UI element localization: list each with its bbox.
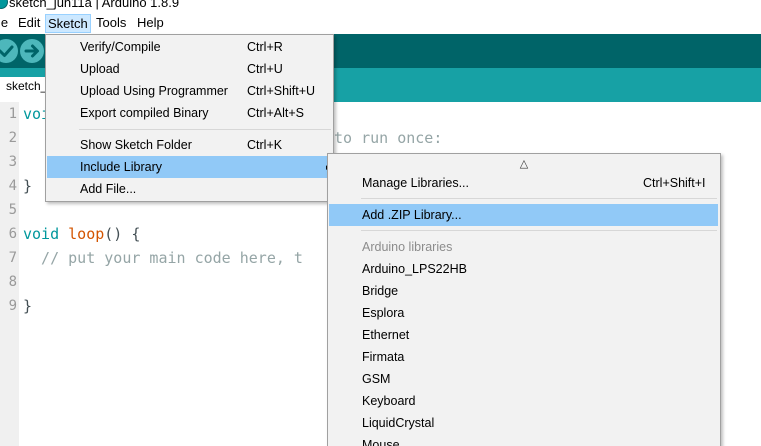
check-icon [0, 45, 14, 57]
library-item[interactable]: Bridge [329, 280, 718, 302]
library-label: Firmata [362, 350, 405, 364]
line-number: 9 [8, 298, 17, 314]
scroll-up-icon[interactable]: △ [328, 155, 720, 173]
line-gutter: 1 2 3 4 5 6 7 8 9 [0, 102, 19, 446]
menu-item-manage-libraries[interactable]: Manage Libraries... Ctrl+Shift+I [329, 172, 718, 194]
menu-tools[interactable]: Tools [94, 14, 128, 33]
menu-item-label: Add File... [80, 182, 137, 196]
library-item[interactable]: Keyboard [329, 390, 718, 412]
library-label: Keyboard [362, 394, 416, 408]
code-line-7: // put your main code here, t [23, 249, 303, 267]
menu-help[interactable]: Help [135, 14, 166, 33]
verify-button[interactable] [0, 39, 18, 63]
library-item[interactable]: Ethernet [329, 324, 718, 346]
library-item[interactable]: Mouse [329, 434, 718, 446]
menu-edit[interactable]: Edit [16, 14, 42, 33]
menu-item-shortcut: Ctrl+K [247, 138, 283, 152]
section-header-arduino-libraries: Arduino libraries [329, 236, 718, 258]
keyword-void: void [23, 225, 60, 243]
library-label: Arduino_LPS22HB [362, 262, 467, 276]
menu-bar: le Edit Sketch Tools Help [0, 12, 761, 34]
code-line-9: } [23, 297, 33, 315]
menu-item-label: Add .ZIP Library... [362, 208, 462, 222]
code-line-6: void loop() { [23, 225, 140, 243]
library-item[interactable]: GSM [329, 368, 718, 390]
arduino-icon [0, 0, 8, 9]
code-line-4: } [23, 177, 33, 195]
line-number: 8 [8, 274, 17, 290]
line-number: 6 [8, 226, 17, 242]
menu-item-shortcut: Ctrl+Alt+S [247, 106, 304, 120]
upload-button[interactable] [20, 39, 44, 63]
menu-item-add-zip-library[interactable]: Add .ZIP Library... [329, 204, 718, 226]
menu-item-label: Verify/Compile [80, 40, 161, 54]
menu-sketch[interactable]: Sketch [45, 14, 91, 33]
menu-item-show-sketch-folder[interactable]: Show Sketch Folder Ctrl+K [47, 134, 332, 156]
menu-item-add-file[interactable]: Add File... [47, 178, 332, 200]
library-item[interactable]: Arduino_LPS22HB [329, 258, 718, 280]
menu-item-upload-using-programmer[interactable]: Upload Using Programmer Ctrl+Shift+U [47, 80, 332, 102]
library-label: Esplora [362, 306, 405, 320]
line-number: 4 [8, 178, 17, 194]
line-number: 2 [8, 130, 17, 146]
code-punctuation: () { [104, 225, 141, 243]
sketch-menu: Verify/Compile Ctrl+R Upload Ctrl+U Uplo… [45, 34, 334, 202]
library-item[interactable]: Firmata [329, 346, 718, 368]
menu-separator [79, 129, 331, 130]
library-item[interactable]: Esplora [329, 302, 718, 324]
menu-item-label: Include Library [80, 160, 162, 174]
menu-item-label: Export compiled Binary [80, 106, 209, 120]
library-item[interactable]: LiquidCrystal [329, 412, 718, 434]
menu-item-shortcut: Ctrl+Shift+I [643, 176, 706, 190]
menu-item-label: Manage Libraries... [362, 176, 470, 190]
menu-item-upload[interactable]: Upload Ctrl+U [47, 58, 332, 80]
menu-item-shortcut: Ctrl+R [247, 40, 283, 54]
menu-item-shortcut: Ctrl+U [247, 62, 283, 76]
library-label: Bridge [362, 284, 399, 298]
menu-item-label: Show Sketch Folder [80, 138, 192, 152]
menu-item-include-library[interactable]: Include Library ▸ [47, 156, 332, 178]
menu-item-label: Upload Using Programmer [80, 84, 228, 98]
menu-item-verify-compile[interactable]: Verify/Compile Ctrl+R [47, 36, 332, 58]
menu-file[interactable]: le [0, 14, 10, 33]
menu-separator [361, 198, 717, 199]
library-label: LiquidCrystal [362, 416, 435, 430]
section-header-label: Arduino libraries [362, 240, 453, 254]
code-line-2: to run once: [334, 129, 443, 147]
library-label: GSM [362, 372, 391, 386]
library-label: Ethernet [362, 328, 410, 342]
title-bar: sketch_jun11a | Arduino 1.8.9 [0, 0, 761, 12]
line-number: 7 [8, 250, 17, 266]
menu-item-export-binary[interactable]: Export compiled Binary Ctrl+Alt+S [47, 102, 332, 124]
menu-item-label: Upload [80, 62, 120, 76]
menu-item-shortcut: Ctrl+Shift+U [247, 84, 316, 98]
line-number: 3 [8, 154, 17, 170]
window-title: sketch_jun11a | Arduino 1.8.9 [9, 0, 180, 10]
include-library-submenu: △ Manage Libraries... Ctrl+Shift+I Add .… [327, 153, 721, 446]
line-number: 5 [8, 202, 17, 218]
arrow-right-icon [24, 44, 39, 58]
library-label: Mouse [362, 438, 400, 446]
function-loop: loop [68, 225, 105, 243]
line-number: 1 [8, 106, 17, 122]
menu-separator [361, 230, 717, 231]
